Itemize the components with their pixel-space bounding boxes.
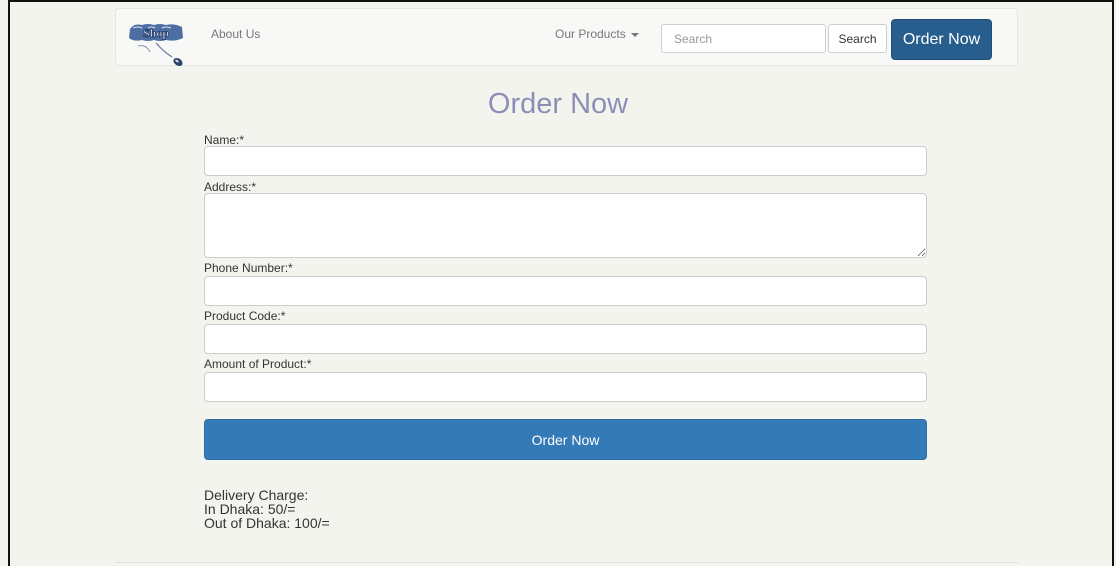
- product-code-field[interactable]: [204, 324, 927, 354]
- search-input[interactable]: [661, 24, 826, 53]
- name-field[interactable]: [204, 146, 927, 176]
- address-label: Address:*: [204, 180, 257, 194]
- delivery-info: Delivery Charge: In Dhaka: 50/= Out of D…: [204, 488, 330, 530]
- phone-label: Phone Number:*: [204, 261, 293, 275]
- address-field[interactable]: [204, 193, 927, 258]
- navbar: Shop About Us Our Products Search Order …: [115, 8, 1018, 69]
- amount-field[interactable]: [204, 372, 927, 402]
- shop-logo[interactable]: Shop: [126, 23, 186, 69]
- footer-divider: [115, 562, 1018, 563]
- nav-about-link[interactable]: About Us: [211, 27, 260, 41]
- name-label: Name:*: [204, 133, 245, 147]
- logo-text: Shop: [143, 26, 169, 40]
- delivery-outside: Out of Dhaka: 100/=: [204, 515, 330, 531]
- delivery-heading: Delivery Charge:: [204, 487, 309, 503]
- page-title: Order Now: [487, 88, 629, 120]
- nav-products-dropdown[interactable]: Our Products: [555, 27, 639, 41]
- nav-order-now-button[interactable]: Order Now: [891, 19, 992, 60]
- phone-field[interactable]: [204, 276, 927, 306]
- nav-products-label: Our Products: [555, 27, 626, 41]
- amount-label: Amount of Product:*: [204, 357, 312, 371]
- order-now-submit-button[interactable]: Order Now: [204, 419, 927, 460]
- product-code-label: Product Code:*: [204, 309, 286, 323]
- caret-down-icon: [630, 32, 639, 37]
- delivery-dhaka: In Dhaka: 50/=: [204, 501, 296, 517]
- search-button[interactable]: Search: [828, 24, 887, 53]
